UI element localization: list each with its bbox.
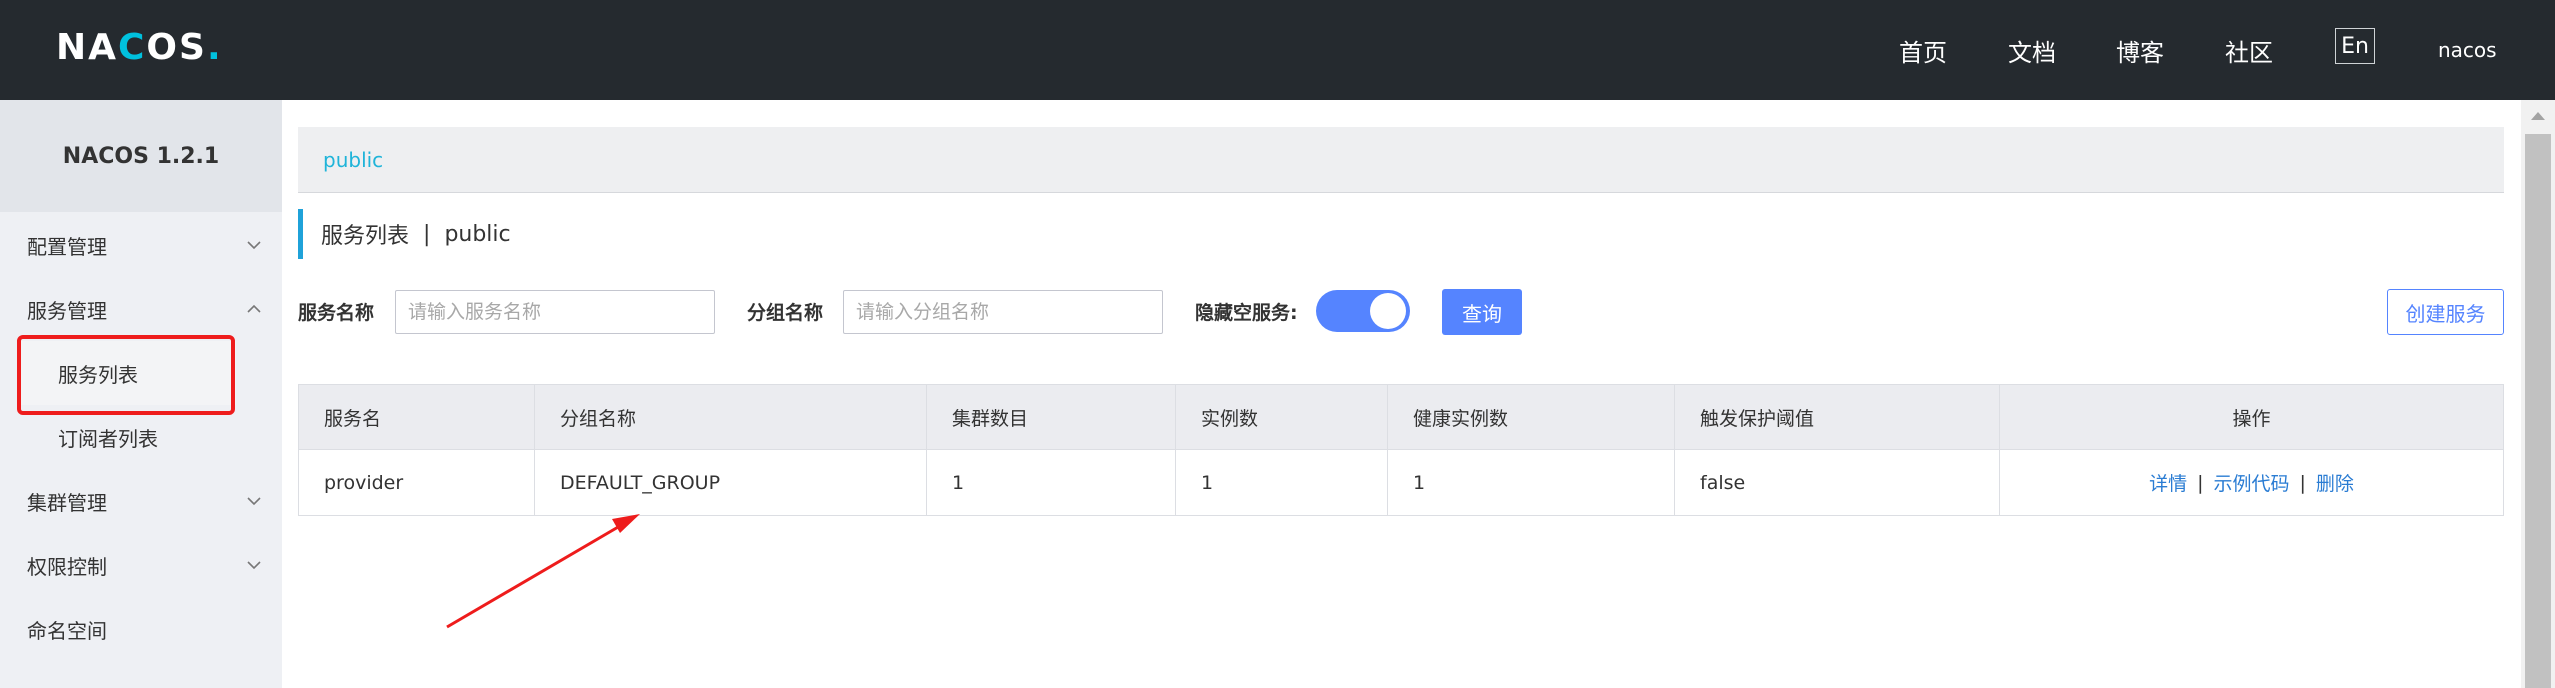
language-switch[interactable]: En xyxy=(2335,28,2375,64)
detail-link[interactable]: 详情 xyxy=(2149,469,2187,496)
hide-empty-toggle[interactable] xyxy=(1316,290,1410,332)
service-table: 服务名 分组名称 集群数目 实例数 健康实例数 触发保护阈值 操作 provid… xyxy=(298,384,2504,516)
group-name-label: 分组名称 xyxy=(747,301,824,324)
column-header: 操作 xyxy=(2232,407,2271,430)
table-row: provider DEFAULT_GROUP 1 1 1 false 详情 | … xyxy=(299,450,2503,515)
group-name-input[interactable] xyxy=(843,290,1163,334)
chevron-down-icon xyxy=(244,555,264,575)
cell-group-name: DEFAULT_GROUP xyxy=(535,450,927,515)
nav-community[interactable]: 社区 xyxy=(2225,0,2273,100)
cell-protect-threshold: false xyxy=(1675,450,2000,515)
column-header: 健康实例数 xyxy=(1388,385,1675,449)
toggle-knob xyxy=(1370,293,1406,329)
chevron-down-icon xyxy=(244,235,264,255)
sidebar-item-service[interactable]: 服务管理 xyxy=(0,277,282,341)
sidebar-item-cluster[interactable]: 集群管理 xyxy=(0,469,282,533)
logo-dot: . xyxy=(206,26,223,68)
service-name-input[interactable] xyxy=(395,290,715,334)
nav-blog[interactable]: 博客 xyxy=(2116,0,2164,100)
create-service-button[interactable]: 创建服务 xyxy=(2387,289,2504,335)
chevron-down-icon xyxy=(244,491,264,511)
annotation-highlight-box xyxy=(17,335,235,415)
column-header: 服务名 xyxy=(299,385,535,449)
cell-instance-count: 1 xyxy=(1176,450,1388,515)
column-header: 实例数 xyxy=(1176,385,1388,449)
logo-ring: C xyxy=(118,26,147,68)
column-header: 集群数目 xyxy=(927,385,1176,449)
cell-cluster-count: 1 xyxy=(927,450,1176,515)
nav-docs[interactable]: 文档 xyxy=(2008,0,2056,100)
namespace-link[interactable]: public xyxy=(323,148,383,172)
scrollbar-thumb[interactable] xyxy=(2525,134,2551,688)
sample-code-link[interactable]: 示例代码 xyxy=(2213,469,2289,496)
version-brand: NACOS 1.2.1 xyxy=(0,100,282,212)
namespace-bar: public xyxy=(298,127,2504,193)
sidebar-item-namespace[interactable]: 命名空间 xyxy=(0,597,282,661)
logo-text: NA xyxy=(56,26,118,68)
sidebar-item-auth[interactable]: 权限控制 xyxy=(0,533,282,597)
query-button[interactable]: 查询 xyxy=(1442,289,1522,335)
sidebar-item-subscribers[interactable]: 订阅者列表 xyxy=(20,405,236,469)
top-header: NA C OS. 首页 文档 博客 社区 En nacos xyxy=(0,0,2555,100)
chevron-up-icon xyxy=(244,299,264,319)
user-menu[interactable]: nacos xyxy=(2438,0,2497,100)
nav-home[interactable]: 首页 xyxy=(1899,0,1947,100)
cell-service-name: provider xyxy=(299,450,535,515)
vertical-scrollbar[interactable] xyxy=(2521,100,2555,688)
page-title: 服务列表 | public xyxy=(298,209,511,259)
sidebar-item-config[interactable]: 配置管理 xyxy=(0,213,282,277)
cell-healthy-count: 1 xyxy=(1388,450,1675,515)
column-header: 触发保护阈值 xyxy=(1675,385,2000,449)
annotation-arrow xyxy=(446,514,640,629)
logo-text-suffix: OS xyxy=(146,26,207,68)
column-header: 分组名称 xyxy=(535,385,927,449)
hide-empty-label: 隐藏空服务: xyxy=(1195,301,1298,324)
scroll-up-arrow-icon[interactable] xyxy=(2531,112,2545,120)
nacos-logo[interactable]: NA C OS. xyxy=(56,22,223,72)
table-header: 服务名 分组名称 集群数目 实例数 健康实例数 触发保护阈值 操作 xyxy=(299,385,2503,450)
cell-operations: 详情 | 示例代码 | 删除 xyxy=(2000,450,2503,515)
delete-link[interactable]: 删除 xyxy=(2316,469,2354,496)
service-name-label: 服务名称 xyxy=(298,301,375,324)
